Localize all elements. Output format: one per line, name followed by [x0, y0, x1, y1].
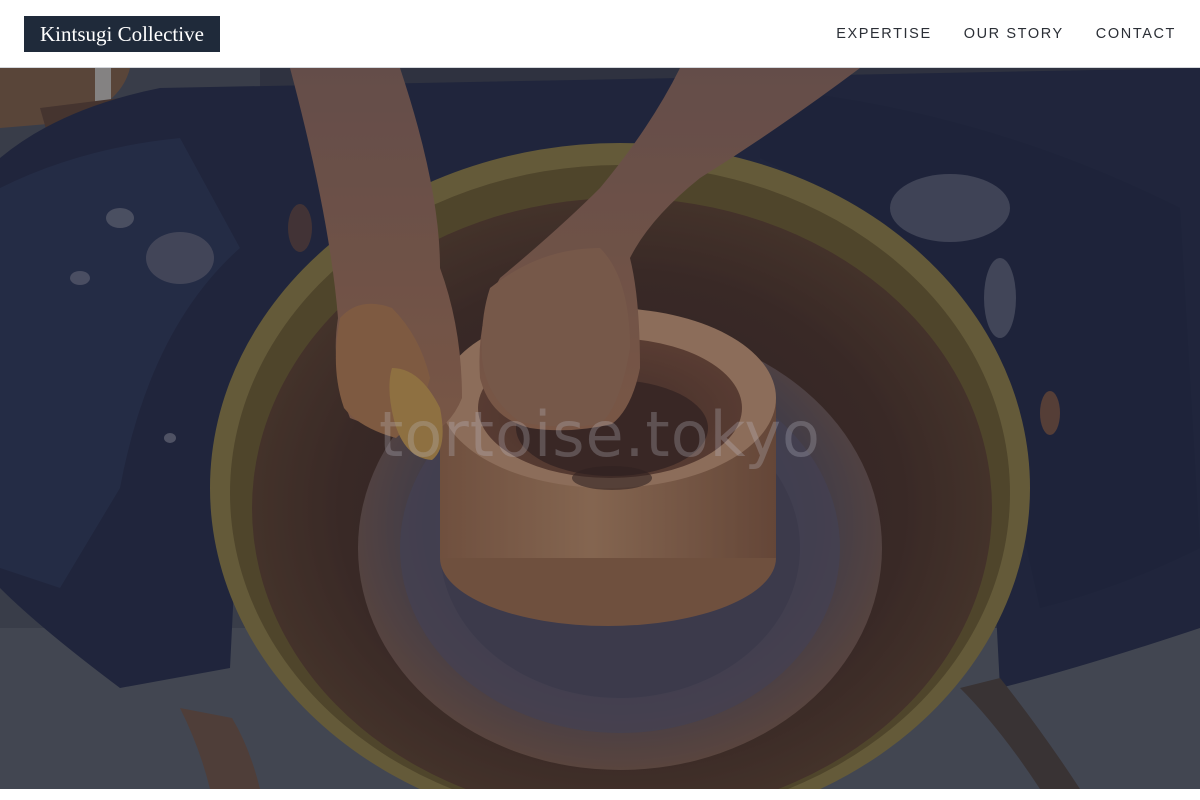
- site-header: Kintsugi Collective EXPERTISE OUR STORY …: [0, 0, 1200, 68]
- hero-banner: tortoise.tokyo: [0, 68, 1200, 800]
- hero-bottom-strip: [0, 789, 1200, 800]
- nav-link-contact[interactable]: CONTACT: [1096, 26, 1176, 42]
- nav-link-our-story[interactable]: OUR STORY: [964, 26, 1064, 42]
- watermark-text: tortoise.tokyo: [379, 398, 821, 471]
- site-logo[interactable]: Kintsugi Collective: [24, 16, 220, 52]
- main-nav: EXPERTISE OUR STORY CONTACT: [804, 0, 1176, 68]
- nav-link-expertise[interactable]: EXPERTISE: [836, 26, 932, 42]
